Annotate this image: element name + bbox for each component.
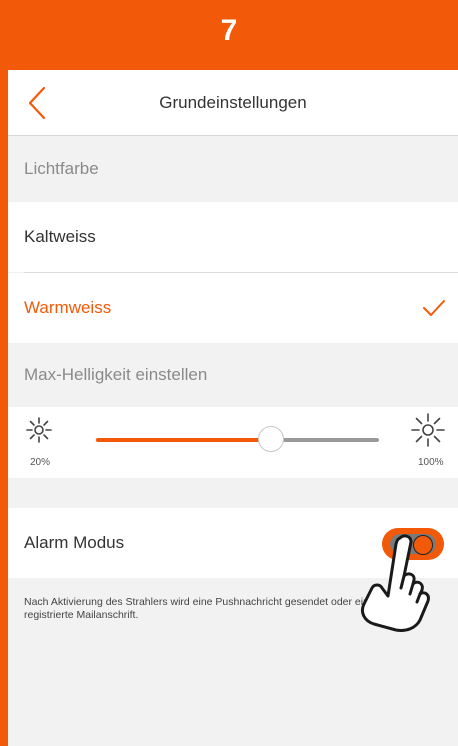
option-warmweiss[interactable]: Warmweiss: [8, 273, 458, 343]
slider-fill: [96, 438, 272, 442]
alarm-mode-toggle[interactable]: [382, 528, 444, 560]
page-title: Grundeinstellungen: [159, 93, 307, 112]
slider-thumb[interactable]: [258, 426, 285, 452]
section-header-helligkeit: Max-Helligkeit einstellen: [8, 343, 458, 407]
sun-large-icon: [411, 413, 445, 447]
brightness-min-label: 20%: [30, 457, 51, 468]
step-number: 7: [220, 14, 238, 47]
navigation-bar: Grundeinstellungen: [8, 70, 458, 136]
app-screen: Grundeinstellungen Lichtfarbe Kaltweiss …: [8, 70, 458, 746]
checkmark-icon: [423, 300, 445, 316]
alarm-mode-label: Alarm Modus: [24, 533, 125, 552]
frame-border: [0, 70, 8, 746]
step-banner: 7: [0, 0, 458, 70]
section-gap: [8, 478, 458, 508]
brightness-panel: 20% 100%: [8, 407, 458, 478]
option-label: Kaltweiss: [24, 227, 96, 246]
option-label: Warmweiss: [24, 298, 112, 317]
option-kaltweiss[interactable]: Kaltweiss: [8, 202, 458, 272]
alarm-info-text: Nach Aktivierung des Strahlers wird eine…: [24, 596, 429, 621]
toggle-knob: [413, 535, 433, 555]
brightness-slider[interactable]: [96, 426, 379, 452]
brightness-max-label: 100%: [418, 457, 444, 468]
section-header-lichtfarbe: Lichtfarbe: [8, 136, 458, 202]
alarm-mode-row: Alarm Modus: [8, 508, 458, 578]
sun-small-icon: [26, 417, 52, 443]
